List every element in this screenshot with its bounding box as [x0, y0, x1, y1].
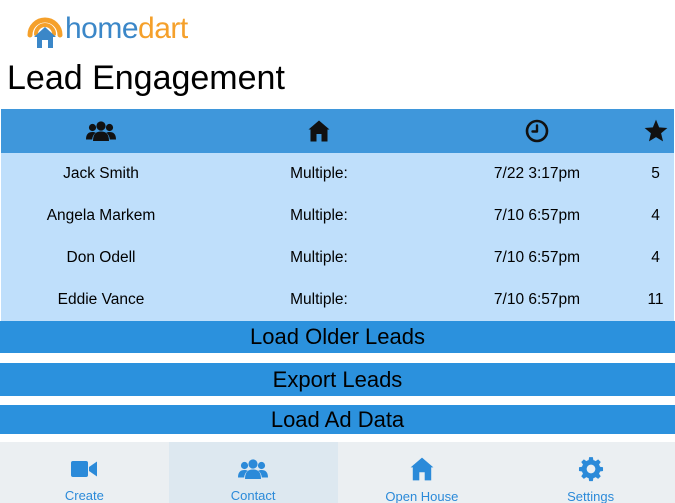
export-leads-button[interactable]: Export Leads — [0, 363, 675, 396]
lead-property: Multiple: — [290, 249, 348, 266]
logo-mark-icon — [24, 8, 66, 50]
home-icon — [410, 457, 434, 481]
lead-score: 4 — [651, 249, 660, 266]
logo-text-dart: dart — [138, 12, 188, 45]
lead-time: 7/10 6:57pm — [493, 207, 581, 224]
table-row[interactable]: Don Odell Multiple: 7/10 6:57pm 4 — [1, 237, 674, 279]
leads-table: Jack Smith Multiple: 7/22 3:17pm 5 Angela Ma… — [1, 109, 674, 321]
load-ad-data-button[interactable]: Load Ad Data — [0, 405, 675, 434]
header-property[interactable] — [201, 119, 437, 143]
page-title: Lead Engagement — [7, 59, 285, 97]
lead-score: 11 — [647, 291, 664, 308]
tab-open-house[interactable]: Open House — [338, 442, 507, 503]
lead-property: Multiple: — [290, 207, 348, 224]
lead-score: 5 — [651, 165, 660, 182]
tab-settings[interactable]: Settings — [506, 442, 675, 503]
table-body: Jack Smith Multiple: 7/22 3:17pm 5 Angela Ma… — [1, 153, 674, 321]
lead-name: Jack Smith — [63, 165, 139, 182]
table-row[interactable]: Eddie Vance Multiple: 7/10 6:57pm 11 — [1, 279, 674, 321]
users-icon — [86, 121, 116, 141]
lead-name: Don Odell — [66, 249, 136, 266]
lead-name: Eddie Vance — [57, 291, 145, 308]
lead-property: Multiple: — [290, 291, 348, 308]
lead-time: 7/10 6:57pm — [493, 249, 581, 266]
header-lead[interactable] — [1, 120, 201, 142]
table-header — [1, 109, 674, 153]
bottom-tab-bar: Create Contact Open House Settings — [0, 442, 675, 503]
tab-create-label: Create — [64, 488, 104, 503]
lead-time: 7/10 6:57pm — [493, 291, 581, 308]
table-row[interactable]: Jack Smith Multiple: 7/22 3:17pm 5 — [1, 153, 674, 195]
star-icon — [644, 119, 667, 142]
logo-wordmark: homedart — [65, 14, 188, 44]
logo-text-home: home — [65, 12, 139, 45]
header-time[interactable] — [437, 119, 637, 143]
users-icon — [238, 458, 269, 479]
lead-time: 7/22 3:17pm — [493, 165, 581, 182]
home-icon — [308, 120, 330, 142]
video-camera-icon — [71, 460, 98, 477]
lead-property: Multiple: — [290, 165, 348, 182]
tab-create[interactable]: Create — [0, 442, 169, 503]
tab-contact-label: Contact — [230, 488, 276, 503]
lead-score: 4 — [651, 207, 660, 224]
tab-open-house-label: Open House — [385, 489, 459, 503]
clock-icon — [525, 119, 549, 143]
load-older-leads-button[interactable]: Load Older Leads — [0, 321, 675, 353]
table-row[interactable]: Angela Markem Multiple: 7/10 6:57pm 4 — [1, 195, 674, 237]
tab-contact[interactable]: Contact — [168, 442, 338, 503]
gear-icon — [578, 457, 603, 482]
homedart-logo: homedart — [24, 8, 188, 50]
tab-settings-label: Settings — [567, 489, 615, 503]
lead-name: Angela Markem — [46, 207, 156, 224]
header-score[interactable] — [637, 118, 674, 144]
